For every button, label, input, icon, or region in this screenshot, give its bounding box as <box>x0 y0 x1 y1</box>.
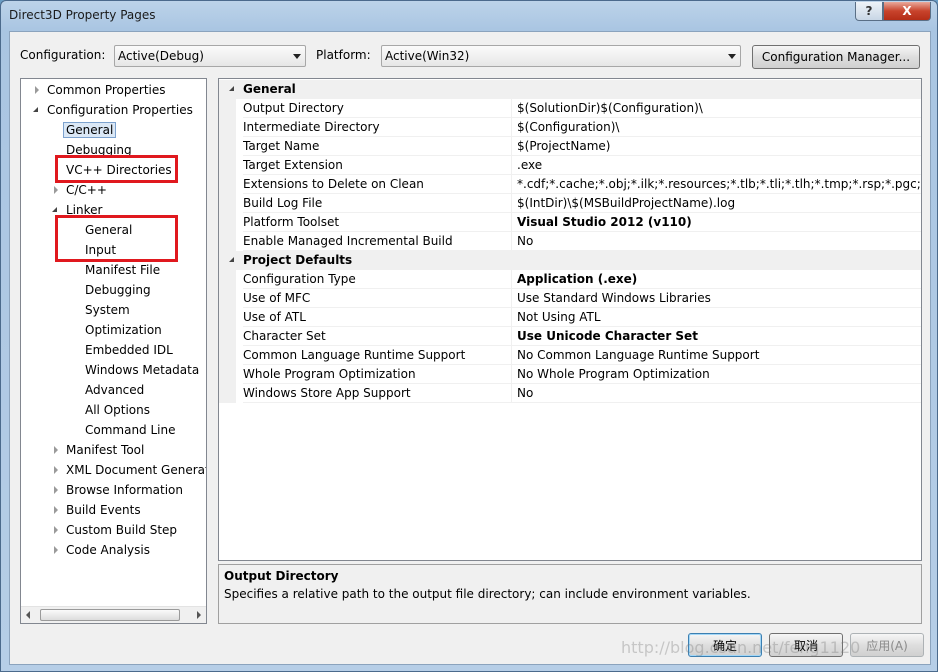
property-name: Common Language Runtime Support <box>243 346 511 365</box>
scrollbar-thumb[interactable] <box>40 609 180 621</box>
property-name: Enable Managed Incremental Build <box>243 232 511 251</box>
property-row[interactable]: Target Name $(ProjectName) <box>219 137 921 156</box>
close-button[interactable]: X <box>883 2 931 21</box>
collapse-arrow-icon[interactable] <box>229 257 234 262</box>
highlight-box-linker-general-input <box>55 215 178 262</box>
description-pane: Output Directory Specifies a relative pa… <box>218 564 922 624</box>
property-value[interactable]: $(SolutionDir)$(Configuration)\ <box>511 99 921 118</box>
scroll-right-icon[interactable] <box>197 611 201 619</box>
expand-arrow-icon[interactable] <box>54 506 58 514</box>
property-value[interactable]: No Common Language Runtime Support <box>511 346 921 365</box>
property-name: Use of MFC <box>243 289 511 308</box>
property-name: Windows Store App Support <box>243 384 511 403</box>
tree-horizontal-scrollbar[interactable] <box>21 606 206 623</box>
property-value[interactable]: No Whole Program Optimization <box>511 365 921 384</box>
tree-item-windows-metadata[interactable]: Windows Metadata <box>85 361 199 379</box>
expand-arrow-icon[interactable] <box>35 86 39 94</box>
dialog-client-area: Configuration: Active(Debug) Platform: A… <box>9 31 931 665</box>
property-name: Extensions to Delete on Clean <box>243 175 511 194</box>
property-name: Intermediate Directory <box>243 118 511 137</box>
property-row[interactable]: Intermediate Directory $(Configuration)\ <box>219 118 921 137</box>
tree-item-linker-debugging[interactable]: Debugging <box>85 281 151 299</box>
property-name: Target Extension <box>243 156 511 175</box>
property-name: Build Log File <box>243 194 511 213</box>
tree-item-optimization[interactable]: Optimization <box>85 321 162 339</box>
tree-item-command-line[interactable]: Command Line <box>85 421 176 439</box>
configuration-label: Configuration: <box>20 48 106 62</box>
property-name: Target Name <box>243 137 511 156</box>
property-row[interactable]: Extensions to Delete on Clean *.cdf;*.cac… <box>219 175 921 194</box>
configuration-value: Active(Debug) <box>118 49 204 63</box>
property-row[interactable]: Output Directory $(SolutionDir)$(Configur… <box>219 99 921 118</box>
chevron-down-icon <box>293 54 301 59</box>
collapse-arrow-icon[interactable] <box>229 86 234 91</box>
watermark: http://blog.csdn.net/feng1120 <box>621 638 861 657</box>
property-tree[interactable]: Common Properties Configuration Properti… <box>20 78 207 624</box>
tree-item-embedded-idl[interactable]: Embedded IDL <box>85 341 173 359</box>
property-name: Platform Toolset <box>243 213 511 232</box>
tree-item-general[interactable]: General <box>63 121 117 139</box>
expand-arrow-icon[interactable] <box>54 466 58 474</box>
property-row[interactable]: Configuration Type Application (.exe) <box>219 270 921 289</box>
expand-arrow-icon[interactable] <box>54 446 58 454</box>
property-row[interactable]: Use of MFC Use Standard Windows Libraries <box>219 289 921 308</box>
scroll-left-icon[interactable] <box>26 611 30 619</box>
expand-arrow-icon[interactable] <box>54 546 58 554</box>
property-value[interactable]: $(Configuration)\ <box>511 118 921 137</box>
configuration-select[interactable]: Active(Debug) <box>114 45 306 67</box>
property-name: Whole Program Optimization <box>243 365 511 384</box>
platform-value: Active(Win32) <box>385 49 470 63</box>
property-value[interactable]: Visual Studio 2012 (v110) <box>511 213 921 232</box>
chevron-down-icon <box>728 54 736 59</box>
help-button[interactable]: ? <box>855 2 883 21</box>
category-general[interactable]: General <box>219 80 921 99</box>
expand-arrow-icon[interactable] <box>54 526 58 534</box>
tree-item-system[interactable]: System <box>85 301 130 319</box>
property-row[interactable]: Windows Store App Support No <box>219 384 921 403</box>
tree-item-manifest-file[interactable]: Manifest File <box>85 261 160 279</box>
property-row[interactable]: Enable Managed Incremental Build No <box>219 232 921 251</box>
property-value[interactable]: $(IntDir)\$(MSBuildProjectName).log <box>511 194 921 213</box>
property-value[interactable]: *.cdf;*.cache;*.obj;*.ilk;*.resources;*.… <box>511 175 921 194</box>
property-pages-window: Direct3D Property Pages ? X Configuratio… <box>0 0 938 672</box>
property-value[interactable]: No <box>511 384 921 403</box>
tree-item-all-options[interactable]: All Options <box>85 401 150 419</box>
property-name: Output Directory <box>243 99 511 118</box>
description-title: Output Directory <box>224 569 339 583</box>
property-value[interactable]: $(ProjectName) <box>511 137 921 156</box>
property-value[interactable]: .exe <box>511 156 921 175</box>
apply-button[interactable]: 应用(A) <box>850 633 924 657</box>
property-value[interactable]: No <box>511 232 921 251</box>
configuration-manager-button[interactable]: Configuration Manager... <box>752 45 920 69</box>
property-value[interactable]: Not Using ATL <box>511 308 921 327</box>
category-project-defaults[interactable]: Project Defaults <box>219 251 921 270</box>
property-name: Character Set <box>243 327 511 346</box>
tree-item-advanced[interactable]: Advanced <box>85 381 144 399</box>
property-name: Configuration Type <box>243 270 511 289</box>
property-row[interactable]: Platform Toolset Visual Studio 2012 (v110… <box>219 213 921 232</box>
platform-label: Platform: <box>316 48 371 62</box>
property-name: Use of ATL <box>243 308 511 327</box>
platform-select[interactable]: Active(Win32) <box>381 45 741 67</box>
property-row[interactable]: Target Extension .exe <box>219 156 921 175</box>
property-value[interactable]: Application (.exe) <box>511 270 921 289</box>
property-value[interactable]: Use Unicode Character Set <box>511 327 921 346</box>
property-row[interactable]: Common Language Runtime Support No Common… <box>219 346 921 365</box>
expand-arrow-icon[interactable] <box>54 186 58 194</box>
property-value[interactable]: Use Standard Windows Libraries <box>511 289 921 308</box>
collapse-arrow-icon[interactable] <box>52 207 57 212</box>
property-row[interactable]: Build Log File $(IntDir)\$(MSBuildProject… <box>219 194 921 213</box>
property-row[interactable]: Character Set Use Unicode Character Set <box>219 327 921 346</box>
property-row[interactable]: Whole Program Optimization No Whole Progr… <box>219 365 921 384</box>
property-grid[interactable]: General Output Directory $(SolutionDir)$(… <box>218 78 922 561</box>
description-text: Specifies a relative path to the output … <box>224 587 751 601</box>
collapse-arrow-icon[interactable] <box>33 107 38 112</box>
highlight-box-vc-directories <box>55 155 178 183</box>
title-bar[interactable]: Direct3D Property Pages ? X <box>1 1 938 31</box>
property-row[interactable]: Use of ATL Not Using ATL <box>219 308 921 327</box>
window-title: Direct3D Property Pages <box>9 8 156 22</box>
expand-arrow-icon[interactable] <box>54 486 58 494</box>
